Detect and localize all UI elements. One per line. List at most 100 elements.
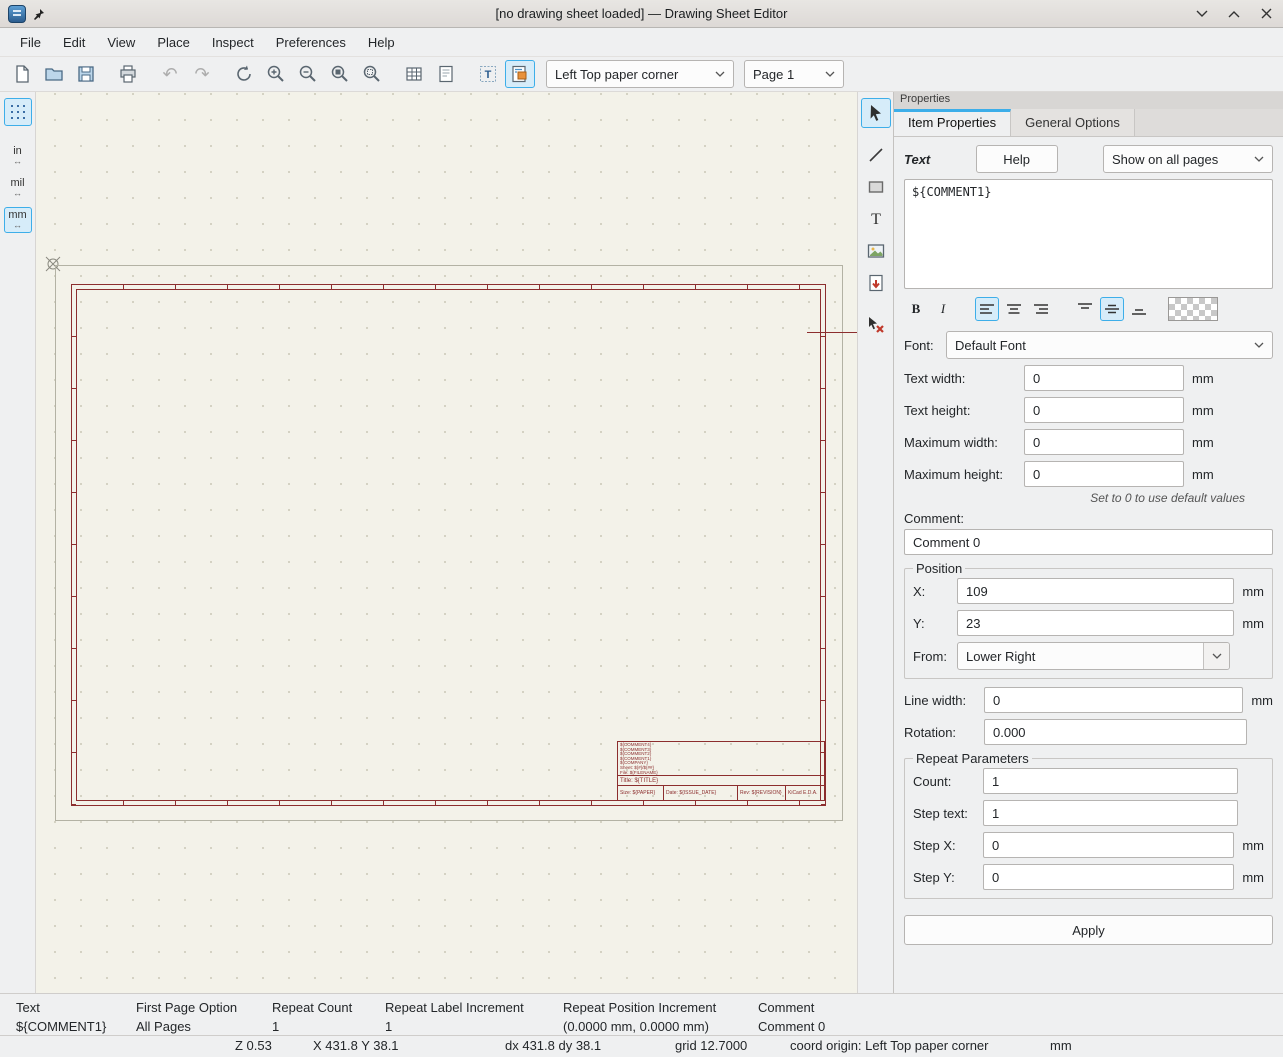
menu-bar: File Edit View Place Inspect Preferences… [0,28,1283,57]
summary-comment-title: Comment [758,998,825,1017]
rotation-input[interactable] [984,719,1247,745]
maximize-button[interactable] [1225,5,1243,23]
line-icon [866,145,886,165]
position-y-label: Y: [913,616,957,631]
text-color-swatch[interactable] [1168,297,1218,321]
print-button[interactable] [113,60,143,88]
main-toolbar: ↶ ↷ [0,57,1283,92]
title-block-kicad-cell: KiCad E.D.A. [786,786,824,800]
maximum-width-label: Maximum width: [904,435,1024,450]
select-tool-button[interactable] [861,98,891,128]
comment-input[interactable] [904,529,1273,555]
close-button[interactable] [1257,5,1275,23]
delete-item-tool-button[interactable] [861,310,891,340]
save-button[interactable] [71,60,101,88]
status-zoom: Z 0.53 [235,1038,272,1053]
help-button[interactable]: Help [976,145,1058,173]
repeat-parameters-title: Repeat Parameters [913,751,1032,766]
text-width-label: Text width: [904,371,1024,386]
show-title-block-fields-button[interactable] [399,60,429,88]
units-inches-button[interactable]: in ↔ [4,143,32,169]
status-bar: Z 0.53 X 431.8 Y 38.1 dx 431.8 dy 38.1 g… [0,1035,1283,1057]
text-section-label: Text [904,152,930,167]
repeat-count-input[interactable] [983,768,1238,794]
text-content-input[interactable]: ${COMMENT1} [904,179,1273,289]
valign-middle-icon [1104,302,1120,316]
align-left-button[interactable] [975,297,999,321]
svg-text:T: T [871,211,881,228]
step-text-input[interactable] [983,800,1238,826]
bold-button[interactable]: B [904,297,928,321]
zoom-in-button[interactable] [261,60,291,88]
preview-values-icon [510,64,530,84]
zoom-selection-button[interactable] [357,60,387,88]
align-center-button[interactable] [1002,297,1026,321]
page-preview-button[interactable] [431,60,461,88]
valign-top-button[interactable] [1073,297,1097,321]
italic-button[interactable]: I [931,297,955,321]
delete-cursor-icon [866,315,886,335]
menu-file[interactable]: File [10,31,51,54]
open-file-button[interactable] [39,60,69,88]
new-file-icon [12,64,32,84]
default-values-hint: Set to 0 to use default values [904,491,1245,505]
zoom-selection-icon [362,64,382,84]
add-text-tool-button[interactable]: T [861,204,891,234]
show-preview-values-button[interactable] [505,60,535,88]
position-y-input[interactable] [957,610,1234,636]
grid-toggle-button[interactable] [4,98,32,126]
step-x-input[interactable] [983,832,1234,858]
add-image-tool-button[interactable] [861,236,891,266]
page-option-select[interactable]: Show on all pages [1103,145,1273,173]
font-select[interactable]: Default Font [946,331,1273,359]
menu-inspect[interactable]: Inspect [202,31,264,54]
menu-place[interactable]: Place [147,31,200,54]
menu-help[interactable]: Help [358,31,405,54]
minimize-button[interactable] [1193,5,1211,23]
append-sheet-tool-button[interactable] [861,268,891,298]
maximum-width-input[interactable] [1024,429,1184,455]
sheet-frame-inner[interactable] [76,289,821,801]
tab-general-options[interactable]: General Options [1011,109,1135,136]
summary-text-value: ${COMMENT1} [16,1017,106,1036]
menu-view[interactable]: View [97,31,145,54]
status-coord-origin: coord origin: Left Top paper corner [790,1038,989,1053]
valign-bottom-button[interactable] [1127,297,1151,321]
text-height-input[interactable] [1024,397,1184,423]
text-width-input[interactable] [1024,365,1184,391]
zoom-fit-button[interactable] [325,60,355,88]
position-x-input[interactable] [957,578,1234,604]
coord-origin-select[interactable]: Left Top paper corner [546,60,734,88]
menu-preferences[interactable]: Preferences [266,31,356,54]
summary-first-page-title: First Page Option [136,998,237,1017]
zoom-out-button[interactable] [293,60,323,88]
align-right-button[interactable] [1029,297,1053,321]
text-format-row: B I [904,297,1273,321]
menu-edit[interactable]: Edit [53,31,95,54]
drawing-canvas[interactable]: ${COMMENT4} ${COMMENT3} ${COMMENT2} ${CO… [36,92,857,993]
coord-origin-value: Left Top paper corner [555,67,707,82]
show-text-placeholders-button[interactable]: T [473,60,503,88]
units-mm-button[interactable]: mm ↔ [4,207,32,233]
draw-rectangle-tool-button[interactable] [861,172,891,202]
frame-ticks-bottom [72,801,825,805]
page-select[interactable]: Page 1 [744,60,844,88]
refresh-button[interactable] [229,60,259,88]
position-from-select[interactable]: Lower Right [957,642,1230,670]
valign-middle-button[interactable] [1100,297,1124,321]
apply-button[interactable]: Apply [904,915,1273,945]
zoom-out-icon [298,64,318,84]
properties-dock-title[interactable]: Properties [894,92,1283,109]
step-y-input[interactable] [983,864,1234,890]
redo-button[interactable]: ↷ [187,60,217,88]
line-width-input[interactable] [984,687,1243,713]
maximum-height-input[interactable] [1024,461,1184,487]
ruler-arrow-icon: ↔ [13,157,22,166]
drawing-sheet-page[interactable]: ${COMMENT4} ${COMMENT3} ${COMMENT2} ${CO… [55,265,843,821]
tab-item-properties[interactable]: Item Properties [894,109,1011,136]
units-mils-button[interactable]: mil ↔ [4,175,32,201]
undo-button[interactable]: ↶ [155,60,185,88]
draw-line-tool-button[interactable] [861,140,891,170]
new-file-button[interactable] [7,60,37,88]
title-block[interactable]: ${COMMENT4} ${COMMENT3} ${COMMENT2} ${CO… [617,741,825,801]
